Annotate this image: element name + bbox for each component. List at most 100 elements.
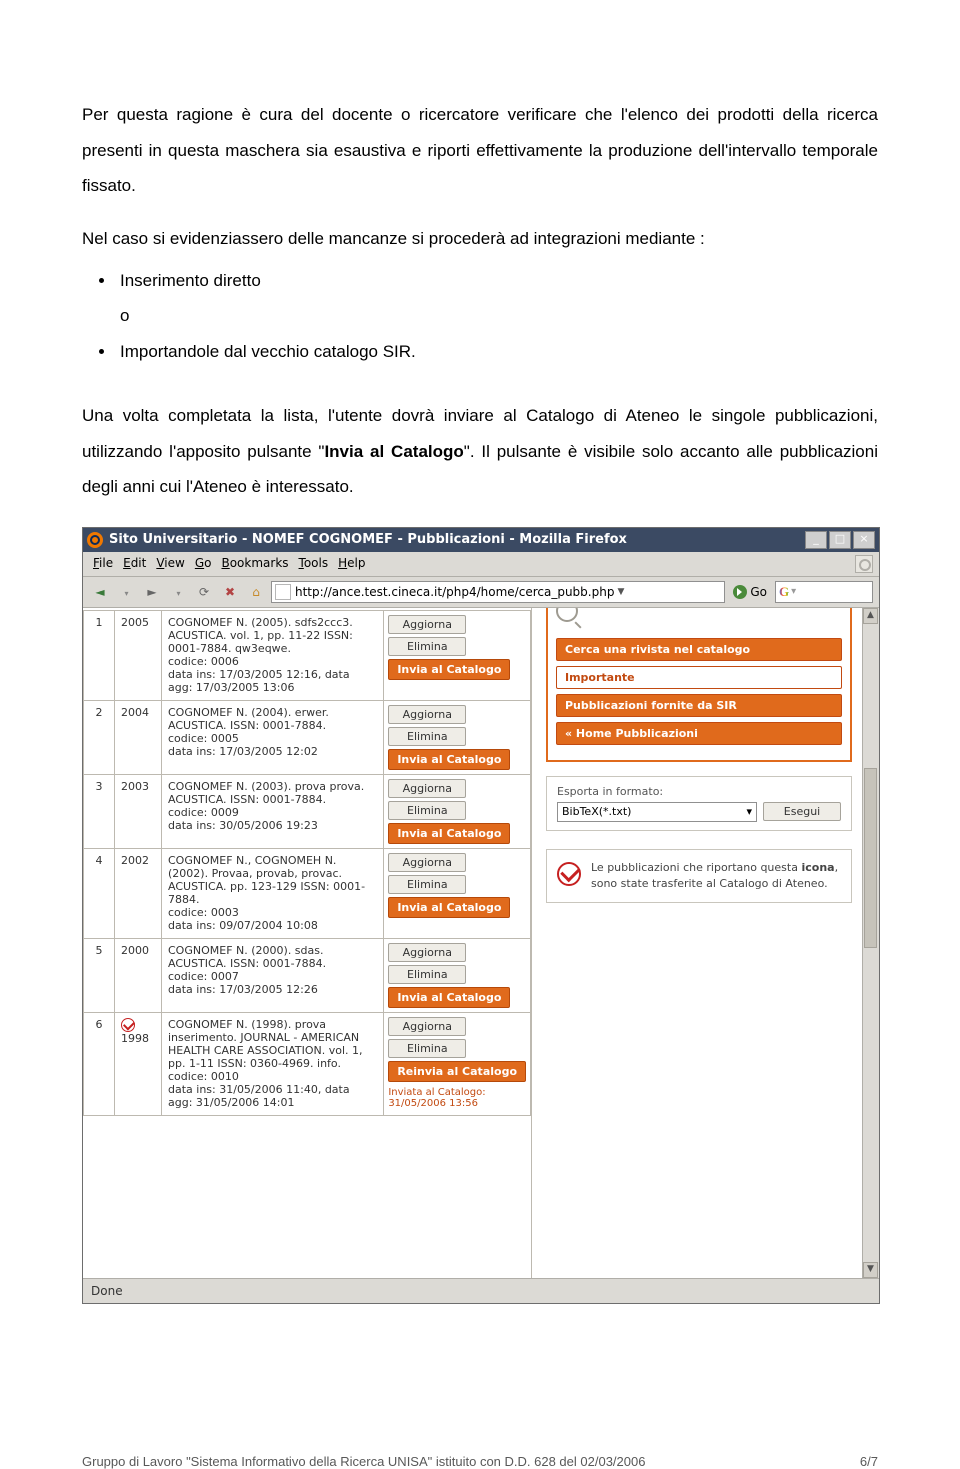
info-bold: icona [801,861,834,874]
menu-tools[interactable]: Tools [295,555,333,573]
table-row: 6 1998COGNOMEF N. (1998). prova inserime… [84,1012,531,1115]
magnifier-icon [556,608,578,622]
row-number: 3 [84,774,115,848]
page-viewport: 12005COGNOMEF N. (2005). sdfs2ccc3. ACUS… [83,608,879,1278]
address-bar[interactable]: http://ance.test.cineca.it/php4/home/cer… [271,581,725,603]
window-minimize-button[interactable]: _ [805,531,827,549]
firefox-icon [87,532,103,548]
list-item-inserimento: Inserimento diretto [116,263,878,299]
transferred-checkmark-icon [557,860,581,884]
activity-throbber-icon [855,555,873,573]
back-button[interactable]: ◄ [89,581,111,603]
forward-dropdown[interactable] [167,581,189,603]
invia-catalogo-button[interactable]: Invia al Catalogo [388,897,510,918]
menu-edit[interactable]: Edit [119,555,150,573]
row-description: COGNOMEF N., COGNOMEH N. (2002). Provaa,… [162,848,384,938]
invia-catalogo-button[interactable]: Invia al Catalogo [388,749,510,770]
elimina-button[interactable]: Elimina [388,637,466,656]
window-title: Sito Universitario - NOMEF COGNOMEF - Pu… [109,532,805,547]
row-description: COGNOMEF N. (1998). prova inserimento. J… [162,1012,384,1115]
row-year: 2000 [115,938,162,1012]
aggiorna-button[interactable]: Aggiorna [388,943,466,962]
row-number: 6 [84,1012,115,1115]
sent-note: Inviata al Catalogo:31/05/2006 13:56 [388,1087,485,1109]
table-row: 42002COGNOMEF N., COGNOMEH N. (2002). Pr… [84,848,531,938]
export-format-select[interactable]: BibTeX(*.txt)▾ [557,802,757,822]
go-icon [733,585,747,599]
row-number: 4 [84,848,115,938]
list-item-o: o [116,298,878,334]
elimina-button[interactable]: Elimina [388,875,466,894]
row-actions: Aggiorna Elimina Reinvia al Catalogo Inviat… [384,1012,531,1115]
table-row: 22004COGNOMEF N. (2004). erwer. ACUSTICA… [84,700,531,774]
publications-table: 12005COGNOMEF N. (2005). sdfs2ccc3. ACUS… [83,610,531,1116]
elimina-button[interactable]: Elimina [388,801,466,820]
home-button[interactable]: ⌂ [245,581,267,603]
row-actions: Aggiorna Elimina Invia al Catalogo [384,938,531,1012]
go-button[interactable]: Go [729,585,771,599]
invia-catalogo-button[interactable]: Invia al Catalogo [388,823,510,844]
export-select-value: BibTeX(*.txt) [562,803,631,821]
row-year: 2002 [115,848,162,938]
elimina-button[interactable]: Elimina [388,727,466,746]
go-label: Go [750,585,767,599]
paragraph-invia: Una volta completata la lista, l'utente … [82,398,878,505]
page-footer: Gruppo di Lavoro "Sistema Informativo de… [0,1454,960,1469]
table-row: 52000COGNOMEF N. (2000). sdas. ACUSTICA.… [84,938,531,1012]
table-row: 32003COGNOMEF N. (2003). prova prova. AC… [84,774,531,848]
aggiorna-button[interactable]: Aggiorna [388,705,466,724]
menu-bar: File Edit View Go Bookmarks Tools Help [83,552,879,577]
vertical-scrollbar[interactable]: ▲ ▼ [862,608,879,1278]
elimina-button[interactable]: Elimina [388,1039,466,1058]
row-year: 2005 [115,610,162,700]
link-importante[interactable]: Importante [556,666,842,689]
aggiorna-button[interactable]: Aggiorna [388,853,466,872]
invia-catalogo-button[interactable]: Invia al Catalogo [388,987,510,1008]
search-engine-box[interactable]: G▾ [775,581,873,603]
list-item-importandole: Importandole dal vecchio catalogo SIR. [116,334,878,370]
aggiorna-button[interactable]: Aggiorna [388,1017,466,1036]
export-label: Esporta in formato: [557,785,841,798]
scroll-thumb[interactable] [864,768,877,948]
row-actions: Aggiorna Elimina Invia al Catalogo [384,774,531,848]
menu-bookmarks[interactable]: Bookmarks [217,555,292,573]
reinvia-catalogo-button[interactable]: Reinvia al Catalogo [388,1061,526,1082]
reload-button[interactable]: ⟳ [193,581,215,603]
status-text: Done [91,1284,123,1298]
window-close-button[interactable]: × [853,531,875,549]
row-year: 1998 [115,1012,162,1115]
scroll-down-icon[interactable]: ▼ [863,1262,878,1278]
row-description: COGNOMEF N. (2000). sdas. ACUSTICA. ISSN… [162,938,384,1012]
forward-button[interactable]: ► [141,581,163,603]
info-panel: Le pubblicazioni che riportano questa ic… [546,849,852,903]
row-actions: Aggiorna Elimina Invia al Catalogo [384,700,531,774]
page-icon [275,584,291,600]
paragraph-intro: Per questa ragione è cura del docente o … [82,97,878,204]
row-year: 2004 [115,700,162,774]
back-dropdown[interactable] [115,581,137,603]
row-actions: Aggiorna Elimina Invia al Catalogo [384,610,531,700]
browser-window: Sito Universitario - NOMEF COGNOMEF - Pu… [82,527,880,1304]
row-number: 2 [84,700,115,774]
url-text: http://ance.test.cineca.it/php4/home/cer… [295,585,614,599]
footer-left: Gruppo di Lavoro "Sistema Informativo de… [82,1454,645,1469]
aggiorna-button[interactable]: Aggiorna [388,779,466,798]
url-dropdown-icon[interactable]: ▼ [617,587,624,597]
menu-view[interactable]: View [152,555,188,573]
row-year: 2003 [115,774,162,848]
link-cerca-rivista[interactable]: Cerca una rivista nel catalogo [556,638,842,661]
link-home-pubblicazioni[interactable]: « Home Pubblicazioni [556,722,842,745]
link-pubblicazioni-sir[interactable]: Pubblicazioni fornite da SIR [556,694,842,717]
invia-catalogo-button[interactable]: Invia al Catalogo [388,659,510,680]
export-execute-button[interactable]: Esegui [763,802,841,821]
menu-go[interactable]: Go [191,555,216,573]
scroll-up-icon[interactable]: ▲ [863,608,878,624]
aggiorna-button[interactable]: Aggiorna [388,615,466,634]
menu-help[interactable]: Help [334,555,369,573]
window-maximize-button[interactable]: □ [829,531,851,549]
row-description: COGNOMEF N. (2003). prova prova. ACUSTIC… [162,774,384,848]
stop-button[interactable]: ✖ [219,581,241,603]
menu-file[interactable]: File [89,555,117,573]
elimina-button[interactable]: Elimina [388,965,466,984]
row-number: 1 [84,610,115,700]
